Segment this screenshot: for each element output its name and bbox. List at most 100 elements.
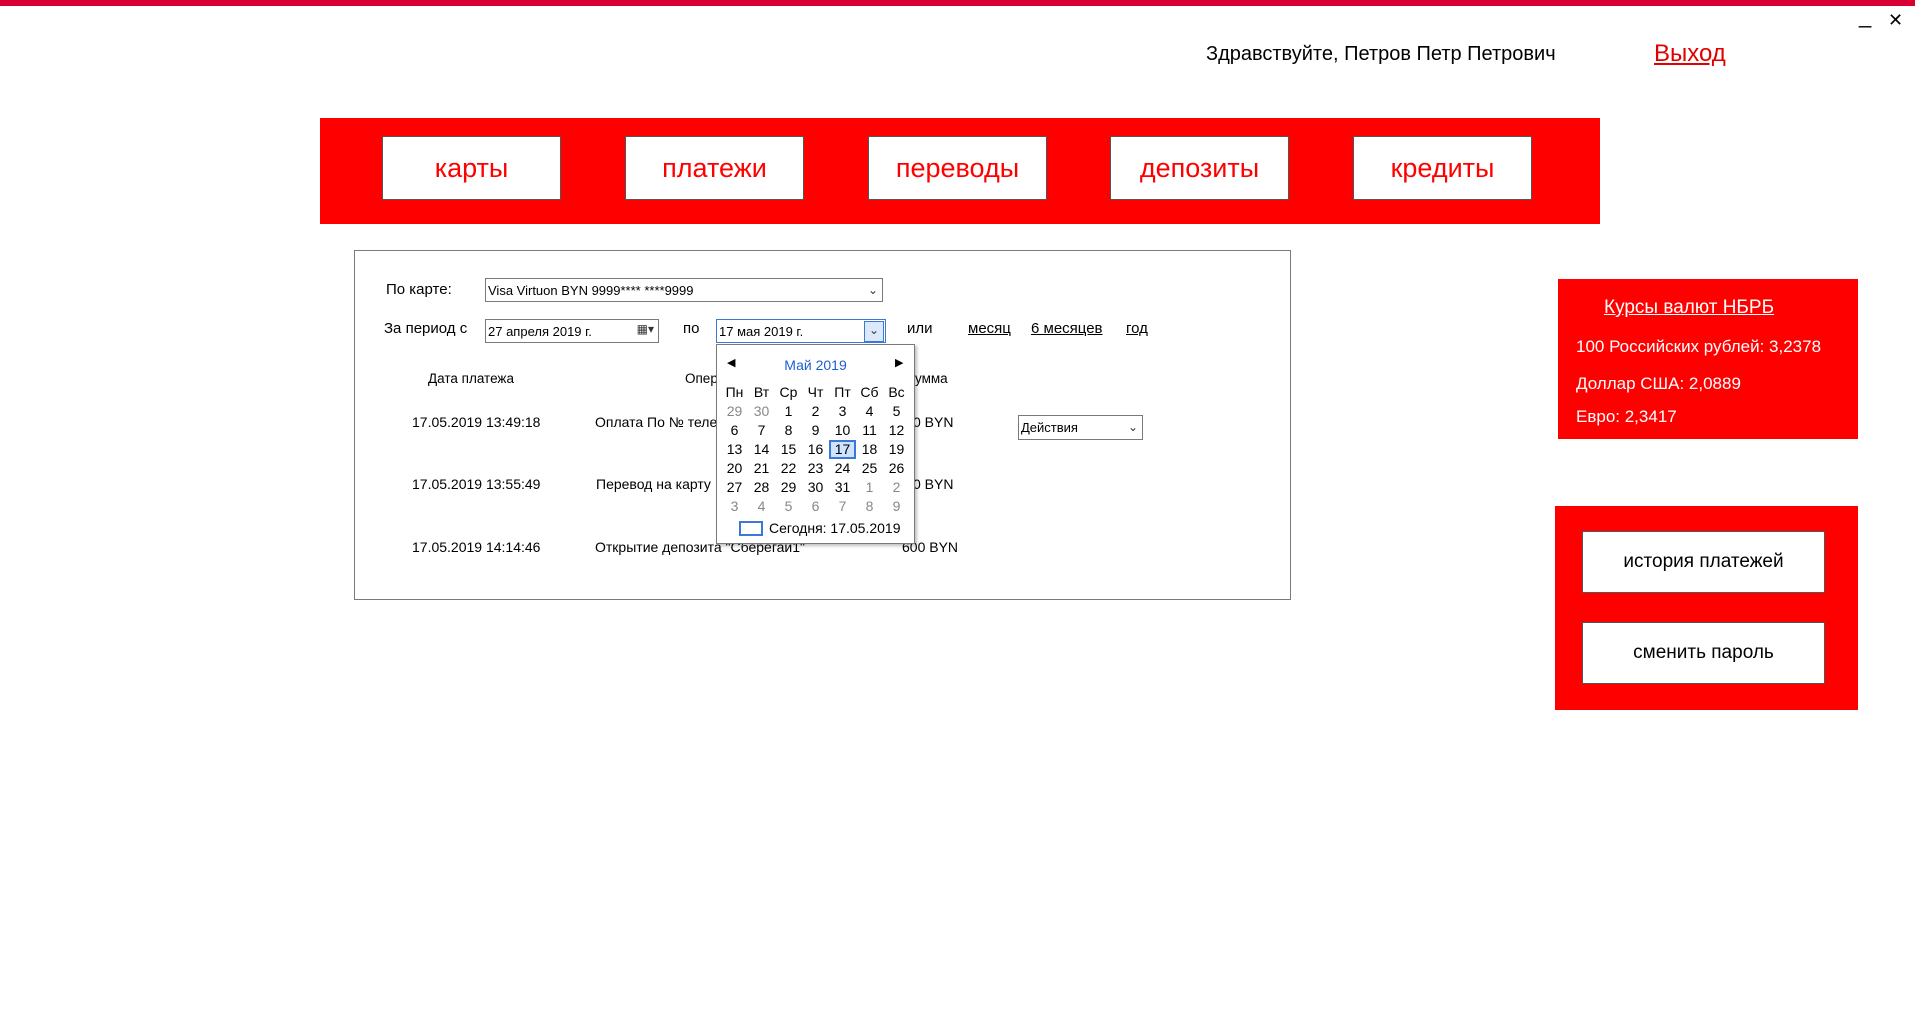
calendar-day[interactable]: 5 bbox=[775, 497, 802, 516]
date-to-picker[interactable]: 17 мая 2019 г. ⌄ bbox=[716, 319, 886, 343]
calendar-week-row: 20 21 22 23 24 25 26 bbox=[721, 459, 910, 478]
row-amount: 0 BYN bbox=[913, 476, 954, 492]
calendar-day[interactable]: 9 bbox=[883, 497, 910, 516]
calendar-day[interactable]: 28 bbox=[748, 478, 775, 497]
calendar-month-title[interactable]: Май 2019 bbox=[717, 357, 914, 373]
calendar-day[interactable]: 3 bbox=[829, 402, 856, 421]
calendar-week-row: 13 14 15 16 17 18 19 bbox=[721, 440, 910, 459]
calendar-day[interactable]: 31 bbox=[829, 478, 856, 497]
calendar-day[interactable]: 17 bbox=[829, 440, 856, 459]
card-select-value: Visa Virtuon BYN 9999**** ****9999 bbox=[488, 282, 694, 298]
calendar-day[interactable]: 25 bbox=[856, 459, 883, 478]
row-date: 17.05.2019 13:55:49 bbox=[412, 476, 541, 492]
calendar-day[interactable]: 20 bbox=[721, 459, 748, 478]
calendar-week-row: 6 7 8 9 10 11 12 bbox=[721, 421, 910, 440]
calendar-day[interactable]: 22 bbox=[775, 459, 802, 478]
calendar-day[interactable]: 5 bbox=[883, 402, 910, 421]
calendar-day[interactable]: 8 bbox=[856, 497, 883, 516]
weekday-label: Сб bbox=[860, 384, 879, 400]
row-amount: 0 BYN bbox=[913, 414, 954, 430]
payment-history-button[interactable]: история платежей bbox=[1582, 531, 1825, 593]
date-from-picker[interactable]: 27 апреля 2019 г. ▦▾ bbox=[485, 319, 659, 343]
nav-payments-button[interactable]: платежи bbox=[625, 136, 804, 200]
calendar-day[interactable]: 19 bbox=[883, 440, 910, 459]
nav-cards-button[interactable]: карты bbox=[382, 136, 561, 200]
today-button[interactable]: Сегодня: 17.05.2019 bbox=[739, 520, 901, 536]
calendar-day[interactable]: 2 bbox=[883, 478, 910, 497]
weekday-label: Ср bbox=[779, 384, 798, 400]
calendar-day[interactable]: 15 bbox=[775, 440, 802, 459]
calendar-grid: Пн Вт Ср Чт Пт Сб Вс 29 30 1 2 3 4 5 6 7 8 9 10 11 12 13 14 15… bbox=[721, 383, 910, 516]
calendar-day[interactable]: 11 bbox=[856, 421, 883, 440]
chevron-down-icon: ⌄ bbox=[1127, 420, 1138, 434]
calendar-day[interactable]: 24 bbox=[829, 459, 856, 478]
nav-credits-button[interactable]: кредиты bbox=[1353, 136, 1532, 200]
calendar-day[interactable]: 10 bbox=[829, 421, 856, 440]
row-date: 17.05.2019 14:14:46 bbox=[412, 539, 541, 555]
calendar-day[interactable]: 30 bbox=[802, 478, 829, 497]
rate-rub: 100 Российских рублей: 3,2378 bbox=[1576, 337, 1822, 356]
calendar-day[interactable]: 21 bbox=[748, 459, 775, 478]
row-operation: Перевод на карту bbox=[596, 476, 711, 492]
actions-select[interactable]: Действия ⌄ bbox=[1018, 415, 1143, 440]
date-to-value: 17 мая 2019 г. bbox=[719, 323, 804, 339]
calendar-day[interactable]: 4 bbox=[748, 497, 775, 516]
or-label: или bbox=[907, 320, 933, 337]
calendar-day[interactable]: 23 bbox=[802, 459, 829, 478]
weekday-label: Чт bbox=[807, 384, 824, 400]
weekday-label: Вс bbox=[888, 384, 905, 400]
weekday-header-row: Пн Вт Ср Чт Пт Сб Вс bbox=[721, 383, 910, 402]
calendar-day[interactable]: 13 bbox=[721, 440, 748, 459]
logout-link[interactable]: Выход bbox=[1654, 40, 1726, 68]
calendar-day[interactable]: 6 bbox=[721, 421, 748, 440]
calendar-icon[interactable]: ▦▾ bbox=[637, 322, 654, 336]
today-label: Сегодня: 17.05.2019 bbox=[769, 520, 901, 536]
calendar-week-row: 29 30 1 2 3 4 5 bbox=[721, 402, 910, 421]
top-accent-bar bbox=[0, 0, 1915, 6]
calendar-day[interactable]: 18 bbox=[856, 440, 883, 459]
period-6-months-link[interactable]: 6 месяцев bbox=[1031, 320, 1103, 337]
calendar-day[interactable]: 8 bbox=[775, 421, 802, 440]
card-label: По карте: bbox=[386, 281, 452, 298]
chevron-down-icon: ⌄ bbox=[867, 283, 878, 297]
calendar-week-row: 27 28 29 30 31 1 2 bbox=[721, 478, 910, 497]
account-actions-panel: история платежей сменить пароль bbox=[1555, 506, 1858, 710]
calendar-day[interactable]: 14 bbox=[748, 440, 775, 459]
card-select[interactable]: Visa Virtuon BYN 9999**** ****9999 ⌄ bbox=[485, 278, 883, 302]
calendar-day[interactable]: 2 bbox=[802, 402, 829, 421]
col-date-header: Дата платежа bbox=[428, 371, 514, 386]
nav-deposits-button[interactable]: депозиты bbox=[1110, 136, 1289, 200]
period-month-link[interactable]: месяц bbox=[968, 320, 1011, 337]
calendar-day[interactable]: 4 bbox=[856, 402, 883, 421]
calendar-day[interactable]: 26 bbox=[883, 459, 910, 478]
date-from-value: 27 апреля 2019 г. bbox=[488, 323, 592, 339]
calendar-day[interactable]: 16 bbox=[802, 440, 829, 459]
calendar-week-row: 3456789 bbox=[721, 497, 910, 516]
calendar-day[interactable]: 7 bbox=[829, 497, 856, 516]
calendar-day[interactable]: 29 bbox=[775, 478, 802, 497]
calendar-day[interactable]: 7 bbox=[748, 421, 775, 440]
nav-transfers-button[interactable]: переводы bbox=[868, 136, 1047, 200]
close-button[interactable]: ✕ bbox=[1888, 8, 1903, 32]
calendar-day[interactable]: 27 bbox=[721, 478, 748, 497]
exchange-rates-title-link[interactable]: Курсы валют НБРБ bbox=[1604, 297, 1774, 319]
period-year-link[interactable]: год bbox=[1126, 320, 1148, 337]
calendar-day[interactable]: 12 bbox=[883, 421, 910, 440]
weekday-label: Пт bbox=[834, 384, 851, 400]
minimize-button[interactable]: _ bbox=[1859, 4, 1871, 28]
next-month-icon[interactable]: ▶ bbox=[895, 356, 903, 369]
main-nav: карты платежи переводы депозиты кредиты bbox=[320, 118, 1600, 224]
calendar-day[interactable]: 1 bbox=[775, 402, 802, 421]
actions-select-value: Действия bbox=[1021, 420, 1078, 435]
dropdown-arrow-icon[interactable]: ⌄ bbox=[864, 321, 884, 342]
exchange-rates-panel: Курсы валют НБРБ 100 Российских рублей: … bbox=[1558, 279, 1858, 439]
calendar-day[interactable]: 9 bbox=[802, 421, 829, 440]
calendar-day[interactable]: 1 bbox=[856, 478, 883, 497]
rate-usd: Доллар США: 2,0889 bbox=[1576, 374, 1741, 393]
change-password-button[interactable]: сменить пароль bbox=[1582, 622, 1825, 684]
calendar-day[interactable]: 3 bbox=[721, 497, 748, 516]
calendar-day[interactable]: 6 bbox=[802, 497, 829, 516]
weekday-label: Пн bbox=[725, 384, 744, 400]
calendar-day[interactable]: 30 bbox=[748, 402, 775, 421]
calendar-day[interactable]: 29 bbox=[721, 402, 748, 421]
